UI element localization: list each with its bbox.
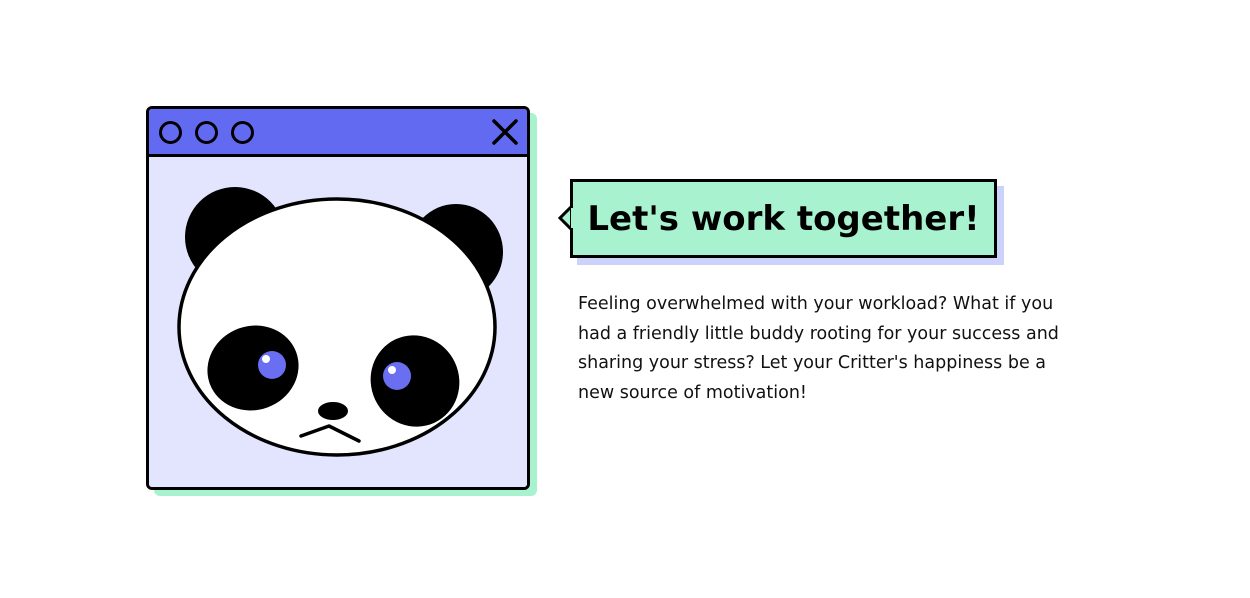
panda-nose bbox=[318, 402, 348, 420]
panda-right-eye bbox=[383, 362, 411, 390]
description-text: Feeling overwhelmed with your workload? … bbox=[578, 294, 1059, 403]
panda-left-eye-highlight bbox=[262, 355, 270, 363]
bubble-tail-seam bbox=[571, 208, 577, 228]
window-dot-icon-1[interactable] bbox=[159, 121, 182, 144]
window-body bbox=[149, 157, 527, 487]
window-titlebar bbox=[149, 109, 527, 157]
panda-right-eye-highlight bbox=[388, 366, 396, 374]
critter-window bbox=[146, 106, 530, 490]
panda-illustration bbox=[177, 187, 503, 457]
speech-bubble: Let's work together! bbox=[570, 179, 997, 258]
window-dot-icon-2[interactable] bbox=[195, 121, 218, 144]
panda-left-eye bbox=[258, 351, 286, 379]
window-dot-icon-3[interactable] bbox=[231, 121, 254, 144]
bubble-title: Let's work together! bbox=[587, 198, 980, 239]
page: Let's work together! Feeling overwhelmed… bbox=[0, 0, 1250, 598]
close-icon[interactable] bbox=[492, 119, 518, 145]
